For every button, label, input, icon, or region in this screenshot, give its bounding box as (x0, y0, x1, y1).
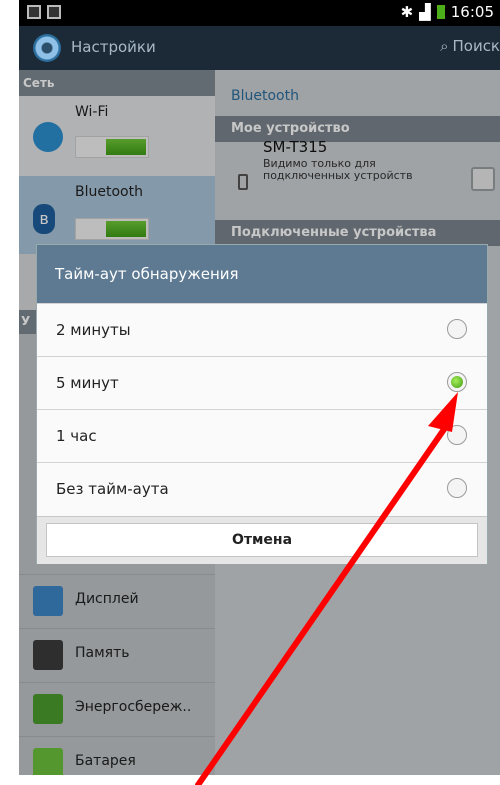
dialog-title: Тайм-аут обнаружения (37, 245, 487, 303)
page-title: Настройки (71, 38, 156, 56)
option-label: 5 минут (56, 374, 119, 392)
radio-button[interactable] (447, 478, 467, 498)
gallery-icon (27, 5, 41, 19)
option-label: Без тайм-аута (56, 480, 169, 498)
notification-icon (47, 5, 61, 19)
bluetooth-status-icon: ✱ (400, 3, 414, 21)
status-bar: ✱ ▟ 16:05 (19, 0, 500, 26)
discovery-timeout-dialog: Тайм-аут обнаружения 2 минуты 5 минут 1 … (37, 245, 487, 564)
option-no-timeout[interactable]: Без тайм-аута (37, 462, 487, 516)
signal-icon: ▟ (419, 3, 431, 21)
search-button[interactable]: ⌕ Поиск (440, 37, 500, 55)
radio-button-selected[interactable] (447, 372, 467, 392)
search-label: Поиск (452, 37, 500, 55)
cancel-button[interactable]: Отмена (46, 523, 478, 557)
radio-button[interactable] (447, 425, 467, 445)
clock: 16:05 (450, 3, 494, 21)
radio-button[interactable] (447, 319, 467, 339)
search-icon: ⌕ (440, 37, 449, 55)
dialog-footer: Отмена (37, 516, 487, 564)
battery-status-icon (436, 5, 445, 19)
option-label: 1 час (56, 427, 97, 445)
option-label: 2 минуты (56, 321, 131, 339)
phone-screen: ✱ ▟ 16:05 Настройки ⌕ Поиск Сеть Wi-Fi ʙ… (19, 0, 500, 775)
option-2-minutes[interactable]: 2 минуты (37, 303, 487, 357)
option-5-minutes[interactable]: 5 минут (37, 356, 487, 410)
action-bar: Настройки ⌕ Поиск (19, 26, 500, 70)
settings-gear-icon[interactable] (33, 34, 61, 62)
option-1-hour[interactable]: 1 час (37, 409, 487, 463)
